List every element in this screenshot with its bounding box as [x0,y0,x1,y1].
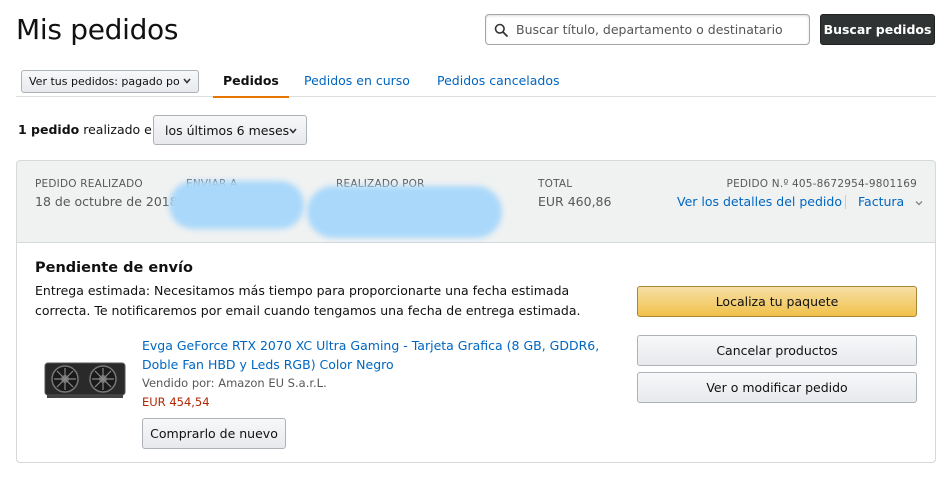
tab-cancelled-orders[interactable]: Pedidos cancelados [437,73,560,88]
redacted-buyer [307,186,502,238]
page-title: Mis pedidos [16,13,179,46]
search-input[interactable] [516,22,796,37]
track-package-button[interactable]: Localiza tu paquete [637,286,917,317]
paid-by-filter-label: Ver tus pedidos: pagado por ti [29,75,179,88]
view-edit-order-button[interactable]: Ver o modificar pedido [637,372,917,403]
seller-info: Vendido por: Amazon EU S.a.r.L. [142,376,327,390]
invoice-link-label: Factura [858,194,905,209]
chevron-down-icon [289,128,297,134]
order-count: 1 pedido [18,122,80,137]
shipment-status: Pendiente de envío [35,260,193,276]
chevron-down-icon [183,78,191,84]
invoice-link[interactable]: Factura [858,194,924,209]
period-select-label: los últimos 6 meses [165,122,290,138]
product-title-link[interactable]: Evga GeForce RTX 2070 XC Ultra Gaming - … [142,336,617,374]
product-price: EUR 454,54 [142,395,210,409]
paid-by-filter-select[interactable]: Ver tus pedidos: pagado por ti [21,70,199,93]
period-select[interactable]: los últimos 6 meses [153,115,307,145]
search-orders-button[interactable]: Buscar pedidos [820,14,935,45]
total-label: TOTAL [538,178,573,190]
delivery-estimate-note: Entrega estimada: Necesitamos más tiempo… [35,283,581,318]
order-card: PEDIDO REALIZADO 18 de octubre de 2018 E… [16,160,936,463]
order-number: PEDIDO N.º 405-8672954-9801169 [726,178,917,190]
search-box[interactable] [485,14,810,45]
graphics-card-image[interactable] [44,357,128,401]
order-details-link[interactable]: Ver los detalles del pedido [677,194,842,209]
redacted-recipient [169,181,304,229]
chevron-down-icon [915,200,923,205]
buy-again-button[interactable]: Comprarlo de nuevo [142,418,286,449]
order-count-suffix: realizado en [83,122,160,137]
tab-orders[interactable]: Pedidos [213,73,289,98]
total-value: EUR 460,86 [538,194,612,209]
order-header: PEDIDO REALIZADO 18 de octubre de 2018 E… [17,161,935,243]
order-placed-date: 18 de octubre de 2018 [35,194,178,209]
tab-open-orders[interactable]: Pedidos en curso [304,73,410,88]
link-separator [845,195,846,209]
search-icon [494,23,508,37]
order-count-text: 1 pedido realizado en [18,122,160,137]
order-placed-label: PEDIDO REALIZADO [35,178,143,190]
cancel-items-button[interactable]: Cancelar productos [637,335,917,366]
